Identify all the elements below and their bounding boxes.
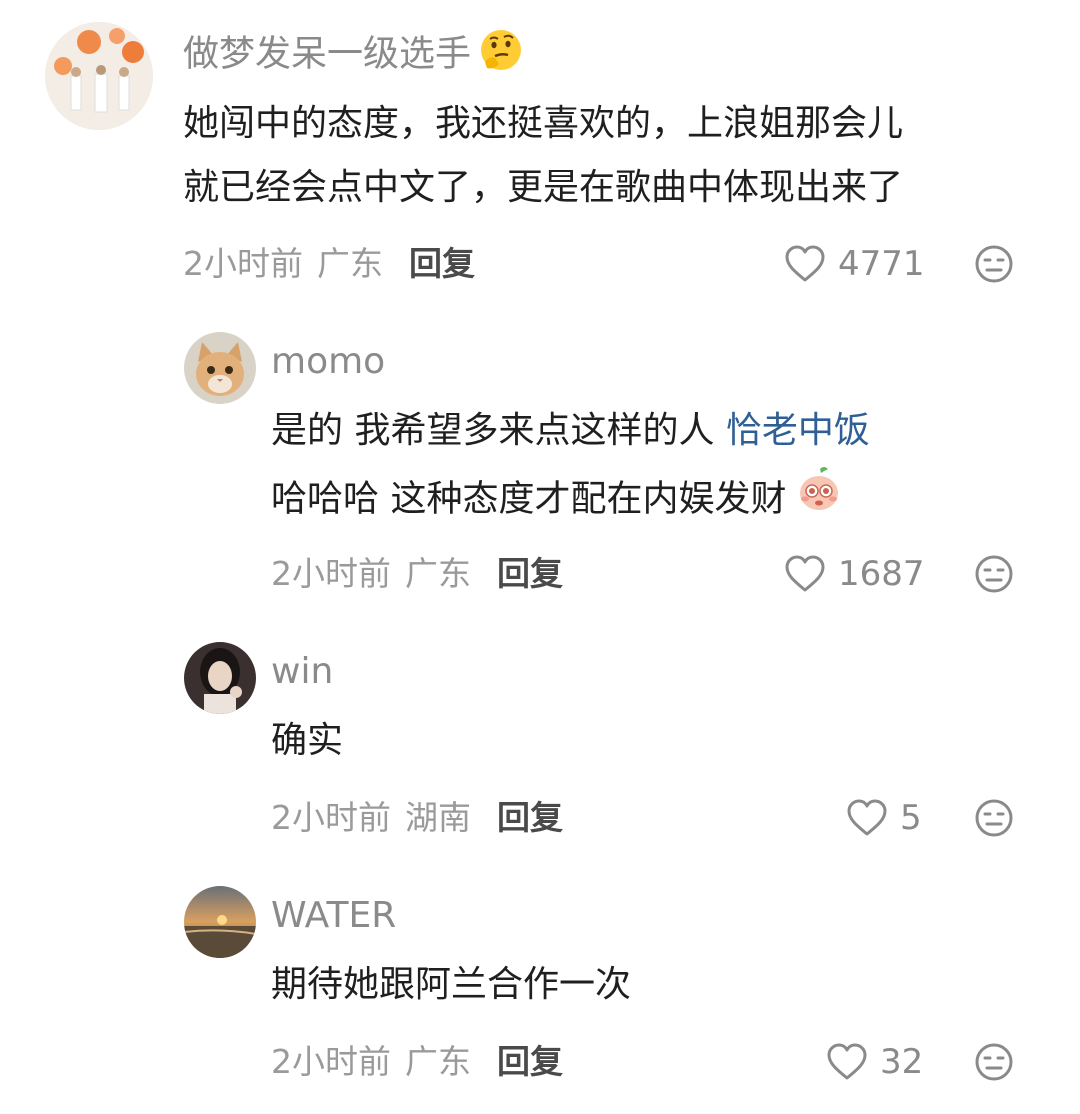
avatar[interactable] (184, 332, 256, 404)
reply-comment-momo: momo 是的 我希望多来点这样的人 恰老中饭 哈哈哈 这种态度才配在内娱发财 … (0, 320, 1080, 620)
mention-link[interactable]: 恰老中饭 (726, 410, 870, 451)
neutral-face-icon (975, 245, 1013, 283)
timestamp: 2小时前 (183, 244, 303, 283)
comment-text-line-2: 哈哈哈 这种态度才配在内娱发财 (271, 465, 844, 536)
location: 广东 (405, 1042, 471, 1081)
avatar[interactable] (45, 22, 153, 130)
dislike-button[interactable] (974, 1042, 1014, 1086)
username[interactable]: 做梦发呆一级选手 (183, 28, 523, 83)
reply-button[interactable]: 回复 (497, 554, 563, 593)
like-button[interactable]: 32 (826, 1040, 923, 1084)
heart-outline-icon (847, 799, 887, 836)
reply-comment-win: win 确实 2小时前 湖南 回复 5 (0, 630, 1080, 860)
like-button[interactable]: 1687 (784, 552, 925, 596)
reply-button[interactable]: 回复 (409, 244, 475, 283)
thinking-face-emoji (479, 28, 523, 83)
username[interactable]: momo (271, 340, 385, 384)
comment-1: 做梦发呆一级选手 她闯中的态度，我还挺喜欢的，上浪姐那会儿 就已经会点中文了，更… (0, 0, 1080, 300)
dislike-button[interactable] (974, 244, 1014, 288)
timestamp: 2小时前 (271, 1042, 391, 1081)
dislike-button[interactable] (974, 798, 1014, 842)
comment-meta: 2小时前 广东 回复 (183, 242, 475, 286)
neutral-face-icon (975, 1043, 1013, 1081)
like-button[interactable]: 4771 (784, 242, 925, 286)
heart-outline-icon (785, 555, 825, 592)
location: 湖南 (405, 798, 471, 837)
comment-meta: 2小时前 广东 回复 (271, 1040, 563, 1084)
comment-meta: 2小时前 湖南 回复 (271, 796, 563, 840)
dislike-button[interactable] (974, 554, 1014, 598)
comment-text-line-1: 是的 我希望多来点这样的人 恰老中饭 (271, 410, 870, 451)
comment-text-line-2: 就已经会点中文了，更是在歌曲中体现出来了 (183, 167, 904, 208)
neutral-face-icon (975, 555, 1013, 593)
username[interactable]: WATER (271, 894, 396, 938)
like-count: 32 (880, 1042, 924, 1082)
heart-outline-icon (785, 245, 825, 282)
heart-outline-icon (827, 1043, 867, 1080)
like-button[interactable]: 5 (846, 796, 922, 840)
avatar[interactable] (184, 886, 256, 958)
location: 广东 (317, 244, 383, 283)
like-count: 1687 (838, 554, 925, 594)
location: 广东 (405, 554, 471, 593)
like-count: 5 (900, 798, 922, 838)
comment-text-line-1: 她闯中的态度，我还挺喜欢的，上浪姐那会儿 (183, 103, 904, 144)
neutral-face-icon (975, 799, 1013, 837)
reply-comment-water: WATER 期待她跟阿兰合作一次 2小时前 广东 回复 32 (0, 874, 1080, 1114)
comment-meta: 2小时前 广东 回复 (271, 552, 563, 596)
timestamp: 2小时前 (271, 798, 391, 837)
username[interactable]: win (271, 650, 333, 694)
peach-baby-emoji (794, 465, 844, 536)
reply-button[interactable]: 回复 (497, 798, 563, 837)
avatar[interactable] (184, 642, 256, 714)
comment-text-line-1: 确实 (271, 720, 344, 761)
reply-button[interactable]: 回复 (497, 1042, 563, 1081)
timestamp: 2小时前 (271, 554, 391, 593)
comment-text-line-1: 期待她跟阿兰合作一次 (271, 964, 632, 1005)
like-count: 4771 (838, 244, 925, 284)
